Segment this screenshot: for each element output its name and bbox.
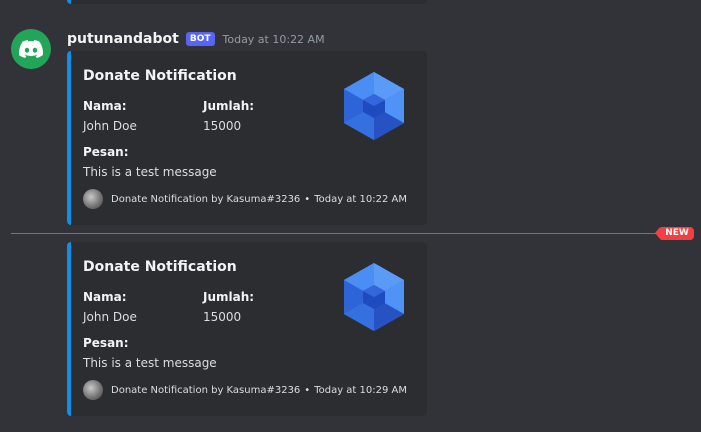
footer-separator: • [304, 384, 311, 396]
field-name: Jumlah: [203, 99, 255, 113]
field-value: 15000 [203, 310, 242, 324]
bot-avatar[interactable] [11, 29, 51, 69]
embed-card: Donate Notification Nama: John Doe Jumla… [67, 51, 427, 225]
field-value: This is a test message [83, 356, 217, 370]
field-name: Pesan: [83, 336, 129, 350]
new-messages-divider [11, 233, 691, 234]
avatar-icon [83, 380, 103, 400]
field-value: This is a test message [83, 165, 217, 179]
field-value: John Doe [83, 310, 137, 324]
footer-text: Donate Notification by Kasuma#3236 [111, 384, 301, 396]
field-name: Nama: [83, 290, 127, 304]
message-header: putunandabot BOT Today at 10:22 AM [67, 29, 325, 49]
embed-field-jumlah: Jumlah: 15000 [203, 289, 254, 325]
discord-logo-icon [19, 40, 43, 58]
field-name: Nama: [83, 99, 127, 113]
footer-time[interactable]: Today at 10:22 AM [314, 194, 407, 205]
field-name: Pesan: [83, 145, 129, 159]
embed-title: Donate Notification [83, 68, 237, 84]
field-value: John Doe [83, 119, 137, 133]
hexagon-logo-icon[interactable] [341, 261, 407, 333]
footer-separator: • [304, 193, 311, 205]
field-value: 15000 [203, 119, 242, 133]
embed-field-nama: Nama: John Doe [83, 289, 137, 325]
footer-text: Donate Notification by Kasuma#3236 [111, 193, 301, 205]
embed-field-pesan: Pesan: This is a test message [83, 144, 217, 180]
embed-title: Donate Notification [83, 259, 237, 275]
embed-field-nama: Nama: John Doe [83, 98, 137, 134]
hexagon-logo-icon[interactable] [341, 70, 407, 142]
footer-time[interactable]: Today at 10:29 AM [314, 385, 407, 396]
username[interactable]: putunandabot [67, 31, 179, 47]
message-timestamp[interactable]: Today at 10:22 AM [223, 33, 325, 46]
embed-card: Donate Notification Nama: John Doe Jumla… [67, 242, 427, 416]
new-badge: NEW [655, 227, 694, 240]
avatar-icon [83, 189, 103, 209]
previous-embed-edge [67, 0, 427, 4]
embed-field-pesan: Pesan: This is a test message [83, 335, 217, 371]
embed-field-jumlah: Jumlah: 15000 [203, 98, 254, 134]
embed-footer: Donate Notification by Kasuma#3236 • Tod… [83, 189, 407, 209]
bot-tag: BOT [185, 32, 215, 46]
field-name: Jumlah: [203, 290, 255, 304]
embed-footer: Donate Notification by Kasuma#3236 • Tod… [83, 380, 407, 400]
